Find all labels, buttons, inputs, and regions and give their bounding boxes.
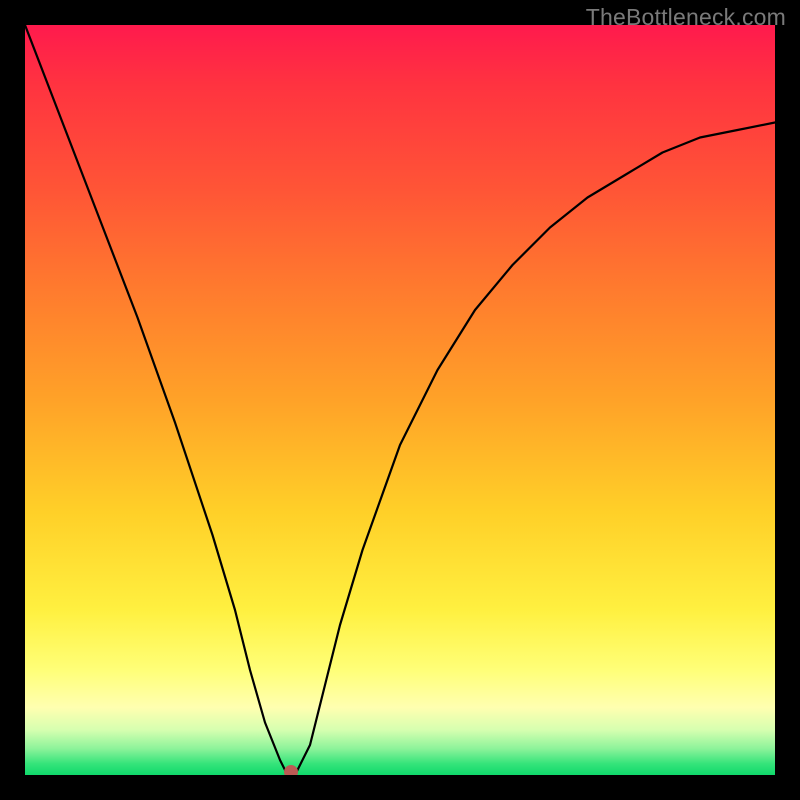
bottleneck-curve <box>25 25 775 775</box>
plot-area <box>25 25 775 775</box>
watermark-text: TheBottleneck.com <box>586 4 786 31</box>
minimum-marker <box>284 765 298 775</box>
curve-path <box>25 25 775 775</box>
chart-frame: TheBottleneck.com <box>0 0 800 800</box>
